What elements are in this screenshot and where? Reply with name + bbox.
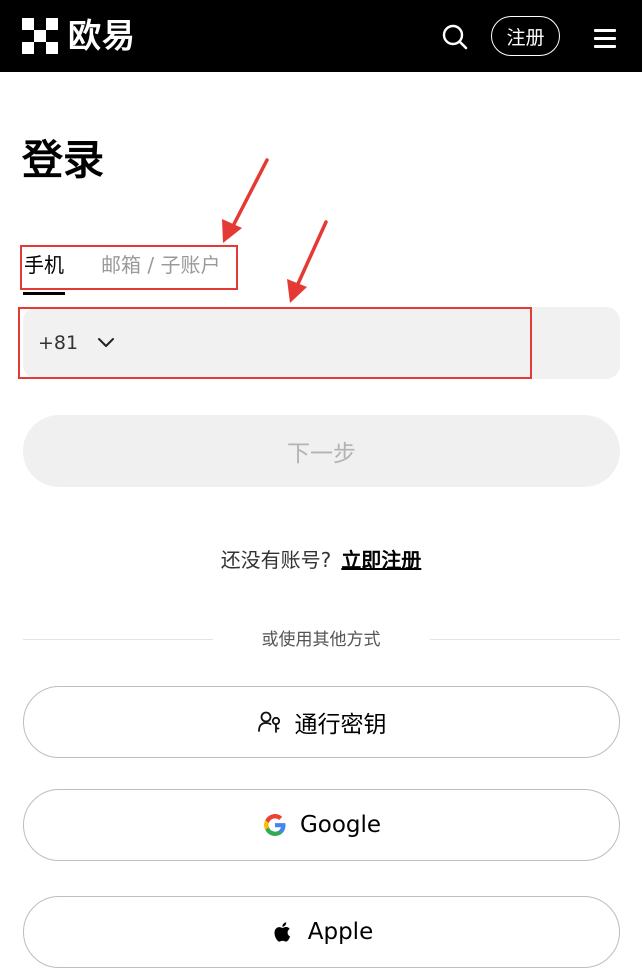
register-button[interactable]: 注册	[491, 16, 560, 56]
passkey-login-button[interactable]: 通行密钥	[23, 686, 620, 758]
apple-login-button[interactable]: Apple	[23, 896, 620, 968]
top-navigation-bar: 欧易 注册	[0, 0, 642, 72]
page-title: 登录	[22, 136, 104, 184]
apple-label: Apple	[307, 919, 374, 945]
annotation-box-tabs	[20, 245, 238, 290]
annotation-arrow-tabs	[222, 158, 269, 243]
passkey-label: 通行密钥	[294, 712, 387, 738]
menu-icon-bar	[594, 45, 616, 48]
search-button[interactable]	[440, 22, 470, 52]
google-login-button[interactable]: Google	[23, 789, 620, 861]
next-button[interactable]: 下一步	[23, 415, 620, 487]
no-account-row: 还没有账号? 立即注册	[0, 545, 642, 575]
okx-logo-icon	[22, 18, 60, 54]
divider-line-right	[430, 639, 620, 640]
annotation-box-phone-field	[18, 307, 532, 379]
brand-logo[interactable]: 欧易	[22, 18, 136, 54]
search-icon	[442, 24, 468, 50]
google-label: Google	[299, 812, 382, 838]
active-tab-indicator	[23, 292, 65, 295]
menu-icon-bar	[594, 37, 616, 40]
menu-icon	[594, 29, 616, 32]
divider-text: 或使用其他方式	[261, 630, 381, 650]
passkey-icon	[257, 711, 280, 733]
brand-name: 欧易	[68, 16, 136, 55]
google-icon	[263, 814, 286, 836]
menu-button[interactable]	[591, 26, 619, 50]
signup-link[interactable]: 立即注册	[341, 548, 421, 572]
annotation-arrow-phone-field	[287, 220, 328, 303]
apple-icon	[274, 922, 290, 942]
no-account-text: 还没有账号?	[220, 548, 332, 572]
